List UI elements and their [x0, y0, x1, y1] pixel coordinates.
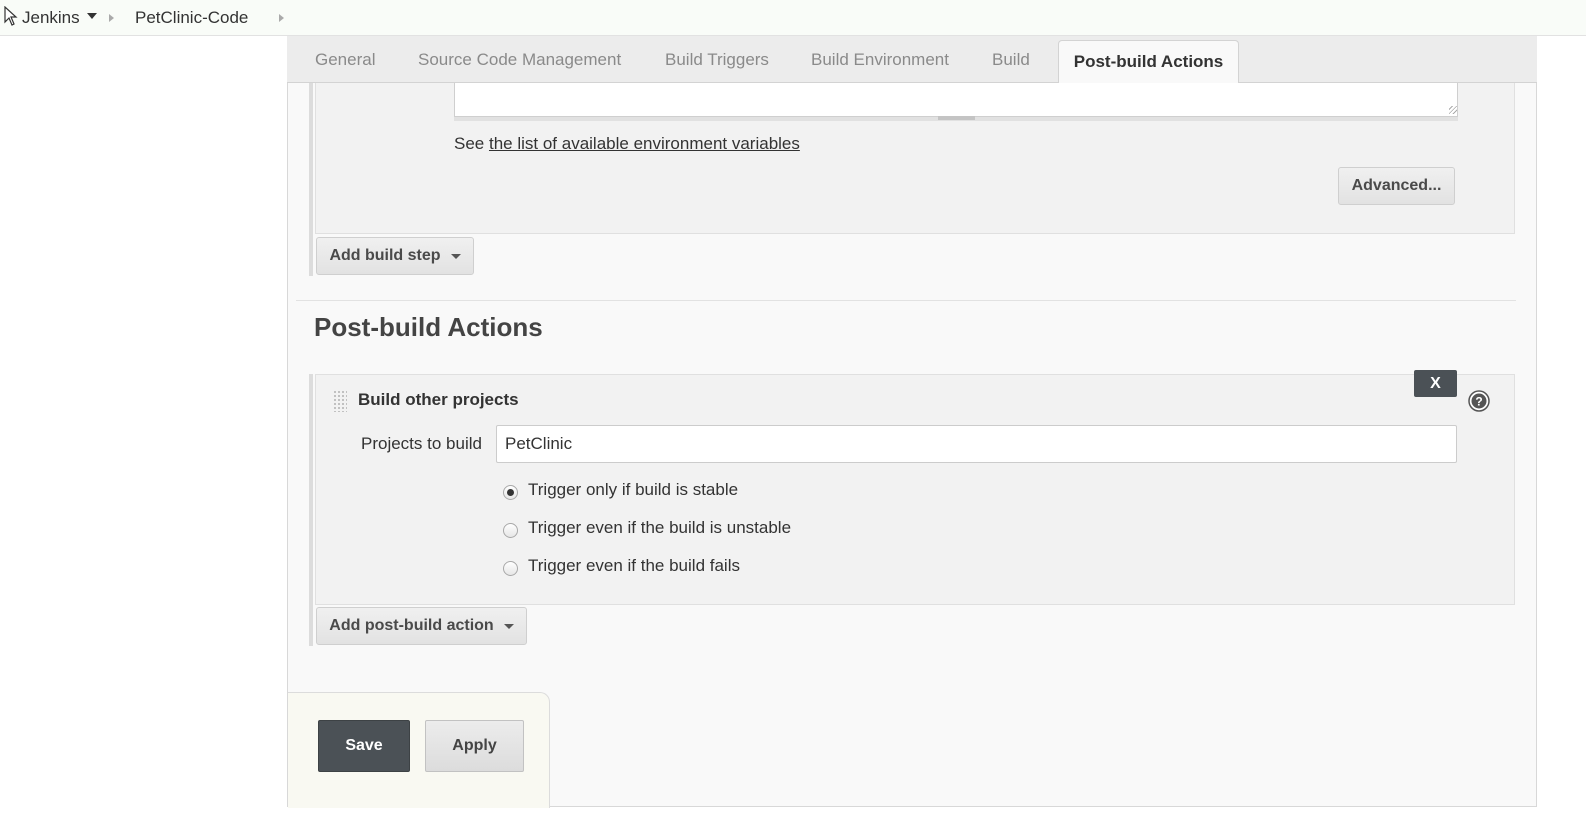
- svg-text:?: ?: [1475, 395, 1482, 409]
- help-icon[interactable]: ?: [1468, 390, 1490, 412]
- projects-to-build-input[interactable]: [496, 425, 1457, 463]
- breadcrumb-separator-icon: [109, 14, 114, 22]
- add-post-build-action-button[interactable]: Add post-build action: [316, 607, 527, 645]
- breadcrumb-jenkins[interactable]: Jenkins: [22, 8, 80, 28]
- tab-source-code-management[interactable]: Source Code Management: [418, 50, 621, 70]
- section-rule: [309, 374, 313, 646]
- radio-unstable-label: Trigger even if the build is unstable: [528, 518, 792, 537]
- tab-post-build-actions[interactable]: Post-build Actions: [1058, 40, 1239, 84]
- resize-grip-icon[interactable]: [1449, 106, 1457, 114]
- post-build-section-title: Post-build Actions: [314, 312, 543, 342]
- radio-button[interactable]: [503, 484, 518, 500]
- radio-stable-label: Trigger only if build is stable: [528, 480, 739, 499]
- env-vars-prefix: See: [454, 134, 485, 153]
- env-vars-link[interactable]: the list of available environment variab…: [489, 134, 800, 153]
- cursor-icon: [4, 6, 18, 26]
- tab-build-environment[interactable]: Build Environment: [811, 50, 949, 70]
- action-title: Build other projects: [358, 390, 519, 409]
- advanced-button-label: Advanced...: [1351, 177, 1442, 194]
- radio-button[interactable]: [503, 522, 518, 538]
- add-post-build-action-label: Add post-build action: [329, 617, 494, 634]
- projects-to-build-label: Projects to build: [361, 434, 482, 453]
- radio-unstable[interactable]: Trigger even if the build is unstable: [503, 517, 791, 539]
- caret-down-icon: [503, 623, 514, 629]
- caret-down-icon: [450, 253, 461, 259]
- scrollbar-thumb[interactable]: [938, 116, 975, 120]
- tab-build-triggers[interactable]: Build Triggers: [665, 50, 769, 70]
- section-rule: [309, 83, 313, 276]
- breadcrumb-separator-icon: [279, 14, 284, 22]
- section-divider: [296, 300, 1516, 301]
- breadcrumb-petclinic-code[interactable]: PetClinic-Code: [135, 8, 248, 28]
- env-vars-note: See the list of available environment va…: [454, 134, 800, 154]
- drag-handle-icon[interactable]: [333, 390, 347, 412]
- tab-build[interactable]: Build: [992, 50, 1030, 70]
- chevron-down-icon[interactable]: [87, 13, 97, 19]
- tab-general[interactable]: General: [315, 50, 375, 70]
- radio-stable[interactable]: Trigger only if build is stable: [503, 479, 738, 501]
- save-button[interactable]: Save: [318, 720, 410, 772]
- radio-button[interactable]: [503, 560, 518, 576]
- radio-fails[interactable]: Trigger even if the build fails: [503, 555, 740, 577]
- delete-action-button[interactable]: X: [1414, 370, 1457, 397]
- breadcrumb: Jenkins PetClinic-Code: [0, 0, 1586, 36]
- add-build-step-label: Add build step: [329, 247, 441, 264]
- tab-bar: General Source Code Management Build Tri…: [287, 36, 1537, 83]
- command-textarea[interactable]: [454, 83, 1458, 117]
- advanced-button[interactable]: Advanced...: [1338, 167, 1455, 205]
- add-build-step-button[interactable]: Add build step: [316, 237, 474, 275]
- apply-button[interactable]: Apply: [425, 720, 524, 772]
- radio-fails-label: Trigger even if the build fails: [528, 556, 740, 575]
